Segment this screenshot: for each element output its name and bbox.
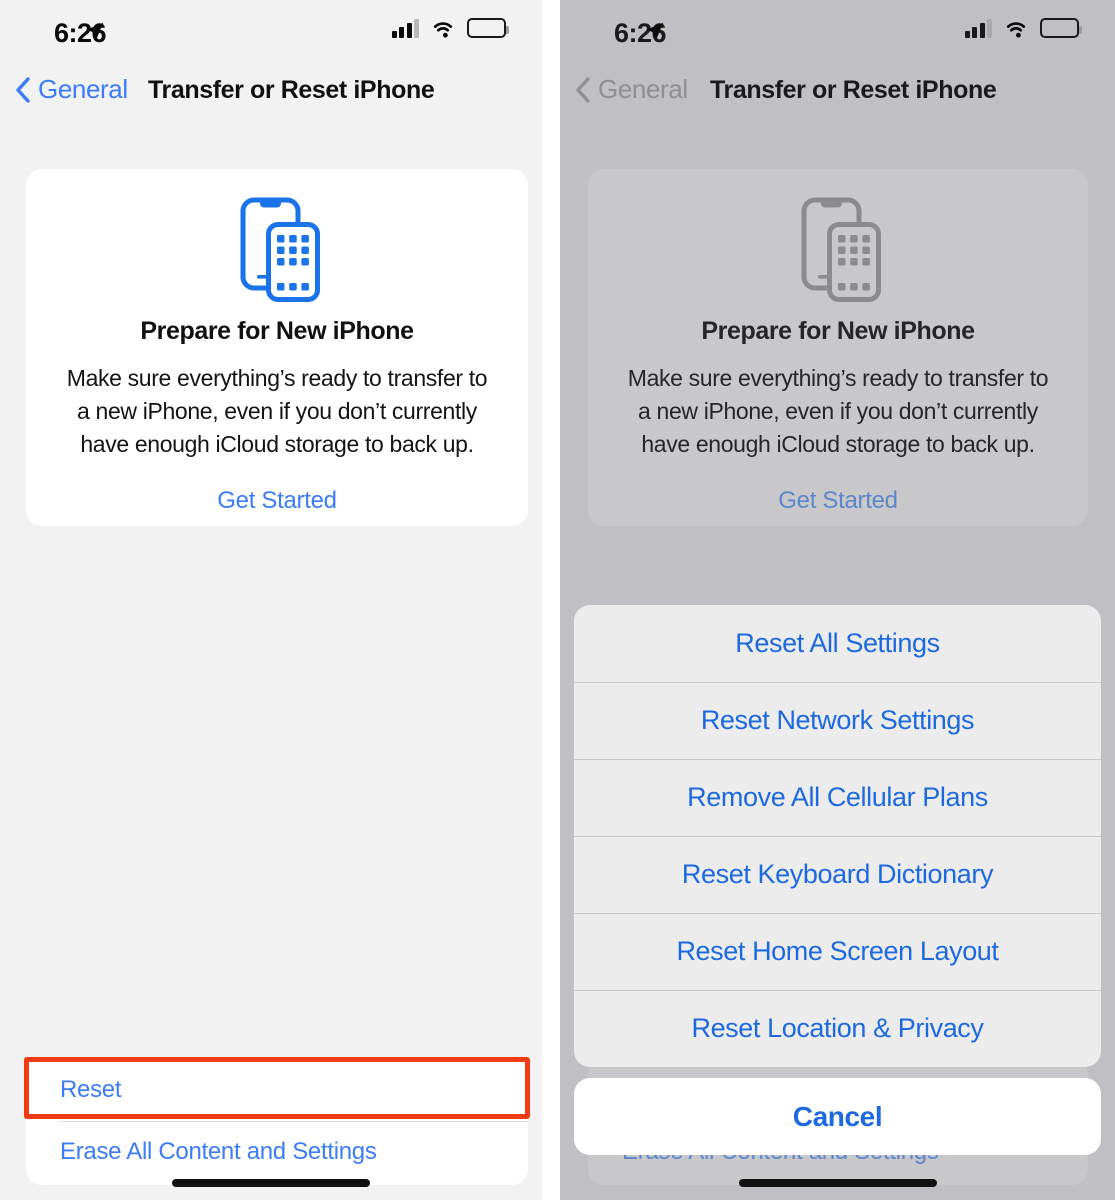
- prepare-card-title: Prepare for New iPhone: [140, 317, 414, 345]
- sheet-item-reset-keyboard-dictionary[interactable]: Reset Keyboard Dictionary: [574, 836, 1101, 913]
- battery-full-icon: [467, 18, 509, 38]
- prepare-card-title: Prepare for New iPhone: [701, 317, 975, 345]
- sheet-divider: [574, 990, 1101, 991]
- prepare-for-new-iphone-card: Prepare for New iPhone Make sure everyth…: [26, 169, 528, 526]
- home-indicator: [738, 1179, 937, 1187]
- sheet-item-label: Remove All Cellular Plans: [687, 782, 988, 812]
- sheet-item-reset-home-screen-layout[interactable]: Reset Home Screen Layout: [574, 913, 1101, 990]
- reset-row-label: Reset: [60, 1076, 122, 1103]
- sheet-divider: [574, 682, 1101, 683]
- home-indicator: [172, 1179, 370, 1187]
- cancel-button-label: Cancel: [792, 1100, 883, 1132]
- back-button[interactable]: General: [14, 74, 128, 105]
- sheet-item-reset-network-settings[interactable]: Reset Network Settings: [574, 682, 1101, 759]
- back-button-label: General: [38, 74, 128, 104]
- sheet-divider: [574, 836, 1101, 837]
- cancel-button[interactable]: Cancel: [574, 1078, 1101, 1155]
- status-bar-left: 6:26: [0, 0, 542, 66]
- two-iphones-icon: [230, 194, 324, 309]
- iphone-screen-left: 6:26 General Transfer or Reset iPhone Pr…: [0, 0, 542, 1200]
- iphone-screen-right: 6:26 General Transfer or Reset iPhone Pr…: [560, 0, 1115, 1200]
- sheet-item-reset-location-and-privacy[interactable]: Reset Location & Privacy: [574, 990, 1101, 1067]
- page-title: Transfer or Reset iPhone: [148, 76, 435, 104]
- reset-row[interactable]: Reset: [26, 1059, 528, 1121]
- screenshot-root: 6:26 General Transfer or Reset iPhone Pr…: [0, 0, 1115, 1200]
- sheet-divider: [574, 913, 1101, 914]
- sheet-item-reset-all-settings[interactable]: Reset All Settings: [574, 605, 1101, 682]
- sheet-item-remove-all-cellular-plans[interactable]: Remove All Cellular Plans: [574, 759, 1101, 836]
- two-iphones-icon: [791, 194, 885, 309]
- sheet-item-label: Reset Home Screen Layout: [676, 936, 999, 966]
- cellular-bars-icon: [391, 18, 419, 38]
- status-right-icons: [964, 18, 1082, 38]
- status-right-icons: [391, 18, 509, 38]
- get-started-button[interactable]: Get Started: [26, 487, 528, 515]
- chevron-left-icon: [16, 76, 30, 103]
- status-bar-right: 6:26: [560, 0, 1115, 66]
- sheet-item-label: Reset Keyboard Dictionary: [681, 859, 994, 889]
- battery-full-icon: [1040, 18, 1082, 38]
- get-started-button: Get Started: [778, 487, 898, 514]
- erase-all-row-label: Erase All Content and Settings: [60, 1138, 377, 1165]
- back-button[interactable]: General: [574, 74, 688, 105]
- cellular-bars-icon: [964, 18, 992, 38]
- sheet-item-label: Reset Network Settings: [700, 705, 975, 735]
- row-divider: [60, 1121, 528, 1122]
- chevron-left-icon: [576, 76, 590, 103]
- nav-bar-right: General Transfer or Reset iPhone: [560, 66, 1115, 130]
- nav-bar-left: General Transfer or Reset iPhone: [0, 66, 542, 130]
- reset-options-group: Reset Erase All Content and Settings: [26, 1059, 528, 1185]
- prepare-card-body: Make sure everything’s ready to transfer…: [627, 365, 1049, 457]
- wifi-icon: [1006, 22, 1026, 38]
- panel-divider: [542, 0, 560, 1200]
- reset-action-sheet: Reset All Settings Reset Network Setting…: [574, 605, 1101, 1067]
- sheet-divider: [574, 759, 1101, 760]
- erase-all-row[interactable]: Erase All Content and Settings: [26, 1121, 528, 1183]
- sheet-item-label: Reset Location & Privacy: [691, 1013, 984, 1043]
- page-title: Transfer or Reset iPhone: [710, 76, 997, 104]
- location-arrow-icon: [86, 22, 104, 40]
- prepare-for-new-iphone-card: Prepare for New iPhone Make sure everyth…: [588, 169, 1088, 526]
- prepare-card-body: Make sure everything’s ready to transfer…: [66, 365, 488, 457]
- back-button-label: General: [598, 74, 688, 104]
- sheet-item-label: Reset All Settings: [735, 628, 940, 658]
- wifi-icon: [433, 22, 453, 38]
- location-arrow-icon: [646, 22, 664, 40]
